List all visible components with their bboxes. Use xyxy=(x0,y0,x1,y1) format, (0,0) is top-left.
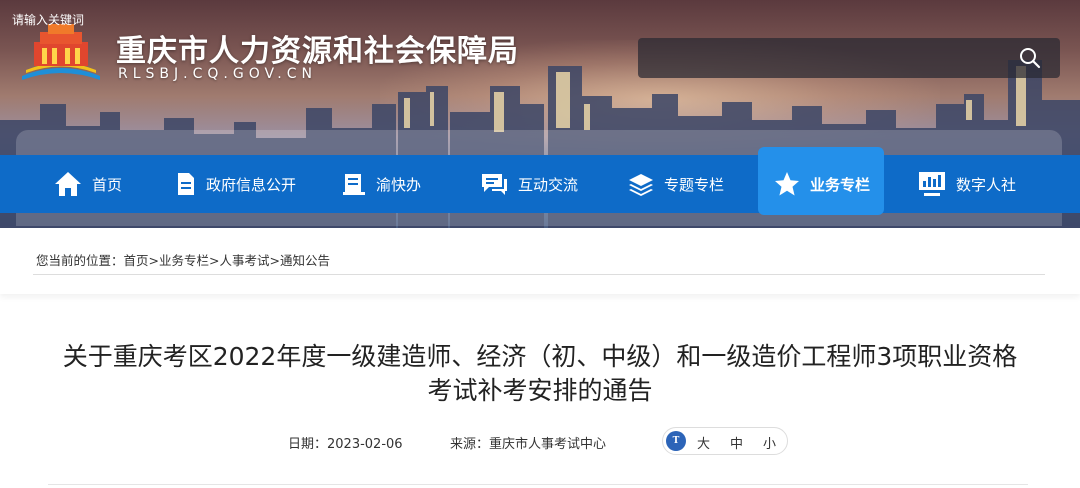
breadcrumb-prefix: 您当前的位置： xyxy=(36,253,124,268)
font-size-icon: T xyxy=(666,431,686,451)
nav-item-business[interactable]: 业务专栏 xyxy=(774,155,870,213)
search-input[interactable] xyxy=(12,9,372,31)
monitor-chart-icon xyxy=(919,172,945,196)
nav-item-label: 渝快办 xyxy=(376,175,422,194)
breadcrumb-divider xyxy=(33,274,1045,275)
article-source: 来源：重庆市人事考试中心 xyxy=(450,433,606,452)
nav-item-label: 首页 xyxy=(92,175,123,194)
site-title: 重庆市人力资源和社会保障局 xyxy=(116,34,519,69)
nav-item-digital-hr[interactable]: 数字人社 xyxy=(918,155,1016,213)
content-divider xyxy=(48,484,1028,485)
article-title-line: 考试补考安排的通告 xyxy=(427,376,653,405)
search-box xyxy=(638,38,1060,78)
article-title: 关于重庆考区2022年度一级建造师、经济（初、中级）和一级造价工程师3项职业资格… xyxy=(20,340,1060,408)
document-icon xyxy=(178,173,194,195)
nav-item-label: 数字人社 xyxy=(956,175,1017,194)
book-icon xyxy=(343,174,365,195)
nav-item-label: 互动交流 xyxy=(518,175,579,194)
nav-item-special-topics[interactable]: 专题专栏 xyxy=(628,155,724,213)
nav-item-label: 政府信息公开 xyxy=(206,175,297,194)
article-date: 日期：2023-02-06 xyxy=(288,433,403,452)
nav-item-gov-info[interactable]: 政府信息公开 xyxy=(176,155,296,213)
breadcrumb-link-notice[interactable]: 通知公告 xyxy=(280,253,330,268)
breadcrumb-link-business[interactable]: 业务专栏 xyxy=(159,253,209,268)
chat-icon xyxy=(482,174,507,195)
nav-item-yukuaiban[interactable]: 渝快办 xyxy=(342,155,421,213)
nav-item-interaction[interactable]: 互动交流 xyxy=(480,155,578,213)
breadcrumb-link-home[interactable]: 首页 xyxy=(124,253,149,268)
breadcrumb-separator: > xyxy=(209,253,220,268)
breadcrumb: 您当前的位置：首页>业务专栏>人事考试>通知公告 xyxy=(36,250,330,269)
site-domain: RLSBJ.CQ.GOV.CN xyxy=(118,66,317,82)
date-label: 日期： xyxy=(288,437,328,452)
font-size-large-button[interactable]: 大 xyxy=(697,433,710,452)
date-value: 2023-02-06 xyxy=(327,437,403,452)
article-title-line: 关于重庆考区2022年度一级建造师、经济（初、中级）和一级造价工程师3项职业资格 xyxy=(62,342,1018,371)
breadcrumb-separator: > xyxy=(269,253,281,268)
source-label: 来源： xyxy=(450,437,490,452)
nav-item-home[interactable]: 首页 xyxy=(54,155,122,213)
layers-icon xyxy=(629,174,653,196)
breadcrumb-separator: > xyxy=(148,253,160,268)
star-icon xyxy=(775,172,799,196)
source-value: 重庆市人事考试中心 xyxy=(489,437,607,452)
breadcrumb-link-exam[interactable]: 人事考试 xyxy=(220,253,270,268)
home-icon xyxy=(55,172,81,196)
search-icon[interactable] xyxy=(1018,46,1042,70)
font-size-medium-button[interactable]: 中 xyxy=(730,433,743,452)
font-size-small-button[interactable]: 小 xyxy=(763,433,776,452)
nav-item-label: 专题专栏 xyxy=(664,175,725,194)
nav-item-label: 业务专栏 xyxy=(810,175,871,194)
